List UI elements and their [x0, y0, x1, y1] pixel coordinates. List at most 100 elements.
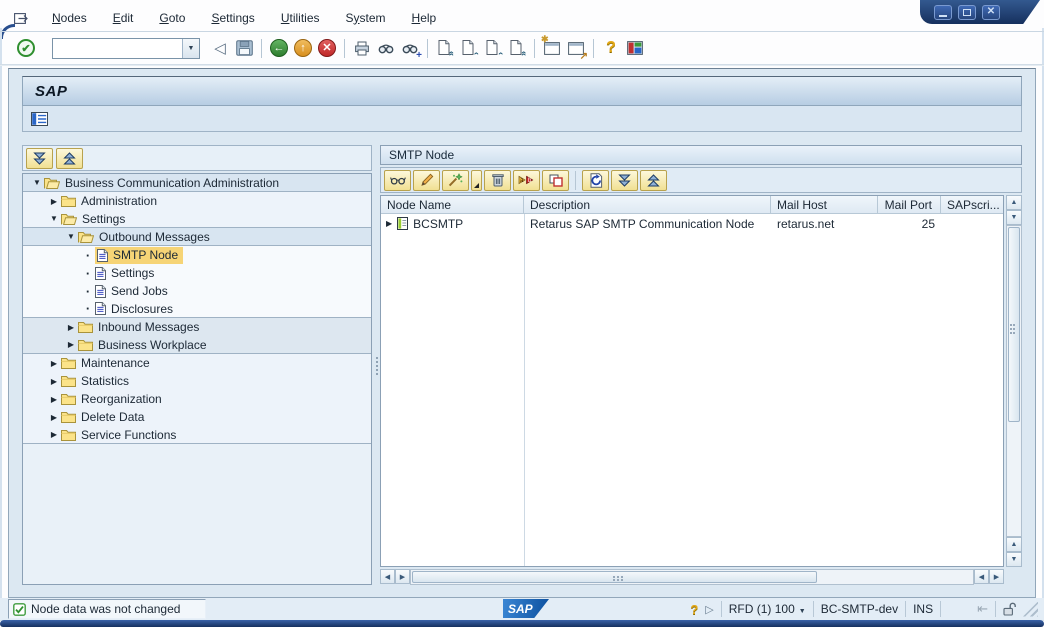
collapse-arrow-icon[interactable]: ▼ — [47, 214, 61, 223]
client-field[interactable]: RFD (1) 100▼ — [729, 602, 806, 616]
scroll-left-button[interactable]: ◀ — [974, 569, 989, 584]
first-page-button[interactable]: « — [433, 36, 457, 60]
expand-arrow-icon[interactable]: ▶ — [386, 219, 392, 228]
column-header-mail-host[interactable]: Mail Host — [771, 196, 878, 213]
tree-item-service-functions[interactable]: ▶ Service Functions — [23, 426, 371, 444]
expand-arrow-icon[interactable]: ▶ — [64, 323, 78, 332]
table-row[interactable]: ▶ BCSMTP Retarus SAP SMTP Communication … — [381, 214, 1003, 233]
vertical-scroll-thumb[interactable] — [1008, 227, 1020, 422]
scroll-up-button[interactable]: ▲ — [1006, 537, 1022, 552]
exit-button[interactable]: ↑ — [291, 36, 315, 60]
menu-utilities[interactable]: Utilities — [268, 8, 333, 28]
rename-button[interactable] — [513, 170, 540, 191]
collapse-arrow-icon[interactable]: ▼ — [30, 178, 44, 187]
menu-edit[interactable]: Edit — [100, 8, 147, 28]
vertical-scrollbar[interactable]: ▲ ▼ ▲ ▼ — [1006, 195, 1022, 567]
tree-item-administration[interactable]: ▶ Administration — [23, 192, 371, 210]
minimize-button[interactable] — [934, 5, 952, 20]
horizontal-scroll-track[interactable] — [410, 569, 974, 585]
column-header-description[interactable]: Description — [524, 196, 771, 213]
column-header-mail-port[interactable]: Mail Port — [878, 196, 941, 213]
resize-grip[interactable] — [1023, 602, 1038, 617]
insert-mode-field[interactable]: INS — [913, 602, 933, 616]
maximize-button[interactable] — [958, 5, 976, 20]
system-field[interactable]: BC-SMTP-dev — [821, 602, 898, 616]
expand-arrow-icon[interactable]: ▶ — [47, 413, 61, 422]
command-dropdown[interactable]: ▼ — [182, 39, 199, 58]
scroll-up-button[interactable]: ▲ — [1006, 195, 1022, 210]
copy-button[interactable] — [542, 170, 569, 191]
tree-item-disclosures[interactable]: · Disclosures — [23, 300, 371, 318]
expand-arrow-icon[interactable]: ▶ — [47, 197, 61, 206]
menu-nodes[interactable]: Nodes — [39, 8, 100, 28]
system-menu-icon[interactable] — [14, 11, 29, 24]
new-session-button[interactable]: ✱ — [540, 36, 564, 60]
tree-item-business-workplace[interactable]: ▶ Business Workplace — [23, 336, 371, 354]
node-name-cell: BCSMTP — [413, 217, 463, 231]
find-next-button[interactable]: + — [398, 36, 422, 60]
command-input[interactable] — [53, 39, 182, 58]
find-button[interactable] — [374, 36, 398, 60]
expand-arrow-icon[interactable]: ▶ — [47, 377, 61, 386]
tree-item-settings-leaf[interactable]: · Settings — [23, 264, 371, 282]
tree-item-business-communication-administration[interactable]: ▼ Business Communication Administration — [23, 174, 371, 192]
expand-arrow-icon[interactable]: ▶ — [47, 395, 61, 404]
change-button[interactable] — [413, 170, 440, 191]
save-button[interactable] — [232, 36, 256, 60]
last-page-button[interactable]: » — [505, 36, 529, 60]
list-display-icon[interactable] — [31, 112, 48, 126]
horizontal-scrollbar[interactable]: ◀ ▶ ◀ ▶ — [380, 569, 1004, 585]
expand-arrow-icon[interactable]: ▶ — [47, 359, 61, 368]
selected-tree-item[interactable]: SMTP Node — [95, 247, 183, 264]
scroll-right-button[interactable]: ▶ — [395, 569, 410, 584]
tree-item-outbound-messages[interactable]: ▼ Outbound Messages — [23, 228, 371, 246]
command-field[interactable]: ▼ — [52, 38, 200, 59]
refresh-button[interactable] — [582, 170, 609, 191]
tree-item-settings[interactable]: ▼ Settings — [23, 210, 371, 228]
close-button[interactable]: ✕ — [982, 5, 1000, 20]
menu-settings[interactable]: Settings — [198, 8, 267, 28]
find-icon — [378, 42, 394, 54]
expand-all-button[interactable] — [611, 170, 638, 191]
tree-item-inbound-messages[interactable]: ▶ Inbound Messages — [23, 318, 371, 336]
scroll-down-button[interactable]: ▼ — [1006, 210, 1022, 225]
display-button[interactable] — [384, 170, 411, 191]
scroll-right-button[interactable]: ▶ — [989, 569, 1004, 584]
back-triangle-button[interactable]: ◁ — [208, 36, 232, 60]
delete-button[interactable] — [484, 170, 511, 191]
tree-item-smtp-node[interactable]: · SMTP Node — [23, 246, 371, 264]
tree-item-delete-data[interactable]: ▶ Delete Data — [23, 408, 371, 426]
back-button[interactable]: ← — [267, 36, 291, 60]
tree-item-maintenance[interactable]: ▶ Maintenance — [23, 354, 371, 372]
create-button[interactable] — [442, 170, 469, 191]
scroll-down-button[interactable]: ▼ — [1006, 552, 1022, 567]
print-button[interactable] — [350, 36, 374, 60]
create-menu-button[interactable] — [471, 170, 482, 191]
menu-help[interactable]: Help — [399, 8, 450, 28]
tree-expand-all-button[interactable] — [26, 148, 53, 169]
collapse-all-button[interactable] — [640, 170, 667, 191]
column-header-node-name[interactable]: Node Name — [381, 196, 524, 213]
tree-item-reorganization[interactable]: ▶ Reorganization — [23, 390, 371, 408]
create-shortcut-button[interactable]: ↗ — [564, 36, 588, 60]
enter-button[interactable]: ✔ — [14, 36, 38, 60]
expand-status-icon[interactable]: ▷ — [705, 603, 713, 616]
previous-page-button[interactable]: ‹ — [457, 36, 481, 60]
customize-layout-button[interactable] — [623, 36, 647, 60]
menu-system[interactable]: System — [333, 8, 399, 28]
tree-item-send-jobs[interactable]: · Send Jobs — [23, 282, 371, 300]
scroll-left-button[interactable]: ◀ — [380, 569, 395, 584]
tree-item-statistics[interactable]: ▶ Statistics — [23, 372, 371, 390]
expand-arrow-icon[interactable]: ▶ — [64, 340, 78, 349]
menu-goto[interactable]: Goto — [146, 8, 198, 28]
cancel-button[interactable]: ✕ — [315, 36, 339, 60]
vertical-scroll-track[interactable] — [1006, 225, 1022, 537]
horizontal-scroll-thumb[interactable] — [412, 571, 817, 583]
next-page-button[interactable]: › — [481, 36, 505, 60]
help-icon[interactable]: ? — [690, 602, 698, 617]
collapse-arrow-icon[interactable]: ▼ — [64, 232, 78, 241]
expand-arrow-icon[interactable]: ▶ — [47, 430, 61, 439]
tree-collapse-all-button[interactable] — [56, 148, 83, 169]
help-button[interactable]: ? — [599, 36, 623, 60]
column-header-sapscript[interactable]: SAPscri... — [941, 196, 1003, 213]
